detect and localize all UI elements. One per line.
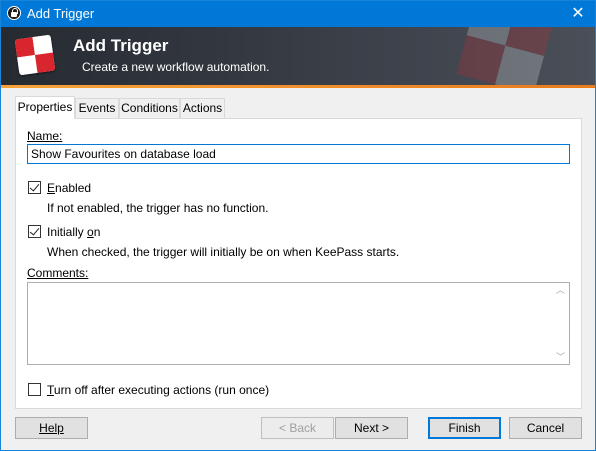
run-once-label-accesskey: T xyxy=(47,383,54,397)
tab-properties[interactable]: Properties xyxy=(15,96,75,119)
properties-panel: Name: Show Favourites on database load E… xyxy=(15,118,582,409)
enabled-hint: If not enabled, the trigger has no funct… xyxy=(47,201,269,215)
checkmark-icon xyxy=(29,225,40,236)
checkmark-icon xyxy=(29,181,40,192)
initially-on-label-prefix: Initially xyxy=(47,225,88,239)
close-icon[interactable]: ✕ xyxy=(561,1,595,27)
add-trigger-dialog: Add Trigger ✕ Add Trigger Create a new w… xyxy=(0,0,596,451)
enabled-label[interactable]: Enabled xyxy=(47,181,91,195)
cancel-button[interactable]: Cancel xyxy=(509,417,582,439)
comments-label-text: Comments: xyxy=(27,266,89,280)
help-button[interactable]: Help xyxy=(15,417,88,439)
keepass-logo-icon xyxy=(14,34,56,76)
scroll-down-icon[interactable]: ﹀ xyxy=(552,350,569,364)
initially-on-label-rest: n xyxy=(93,225,101,239)
banner-title: Add Trigger xyxy=(73,36,169,55)
initially-on-label[interactable]: Initially on xyxy=(47,225,100,239)
tab-events[interactable]: Events xyxy=(75,98,119,118)
name-field[interactable]: Show Favourites on database load xyxy=(27,144,570,164)
comments-textarea[interactable]: ︿ ﹀ xyxy=(27,282,570,365)
help-button-label: Help xyxy=(39,421,64,435)
initially-on-hint: When checked, the trigger will initially… xyxy=(47,245,400,259)
initially-on-checkbox[interactable] xyxy=(28,225,41,238)
banner: Add Trigger Create a new workflow automa… xyxy=(1,27,595,85)
next-button[interactable]: Next > xyxy=(335,417,408,439)
window-title: Add Trigger xyxy=(27,6,95,21)
comments-label: Comments: xyxy=(27,266,88,280)
banner-decoration xyxy=(449,27,584,85)
scroll-up-icon[interactable]: ︿ xyxy=(552,283,569,297)
comments-scrollbar[interactable]: ︿ ﹀ xyxy=(552,283,569,364)
title-bar: Add Trigger ✕ xyxy=(1,1,595,27)
enabled-label-rest: nabled xyxy=(55,181,92,195)
tab-actions[interactable]: Actions xyxy=(180,98,225,118)
run-once-label[interactable]: Turn off after executing actions (run on… xyxy=(47,383,269,397)
banner-subtitle: Create a new workflow automation. xyxy=(82,60,270,74)
name-label-text: Name: xyxy=(27,129,63,143)
enabled-checkbox[interactable] xyxy=(28,181,41,194)
banner-accent-line xyxy=(1,85,595,88)
run-once-checkbox[interactable] xyxy=(28,383,41,396)
tab-conditions[interactable]: Conditions xyxy=(119,98,180,118)
initially-on-label-accesskey: o xyxy=(87,225,94,239)
finish-button[interactable]: Finish xyxy=(428,417,501,439)
enabled-label-accesskey: E xyxy=(47,181,56,195)
name-label: Name: xyxy=(27,129,62,143)
lock-icon xyxy=(7,6,21,20)
back-button[interactable]: < Back xyxy=(261,417,334,439)
run-once-label-rest: urn off after executing actions (run onc… xyxy=(53,383,270,397)
